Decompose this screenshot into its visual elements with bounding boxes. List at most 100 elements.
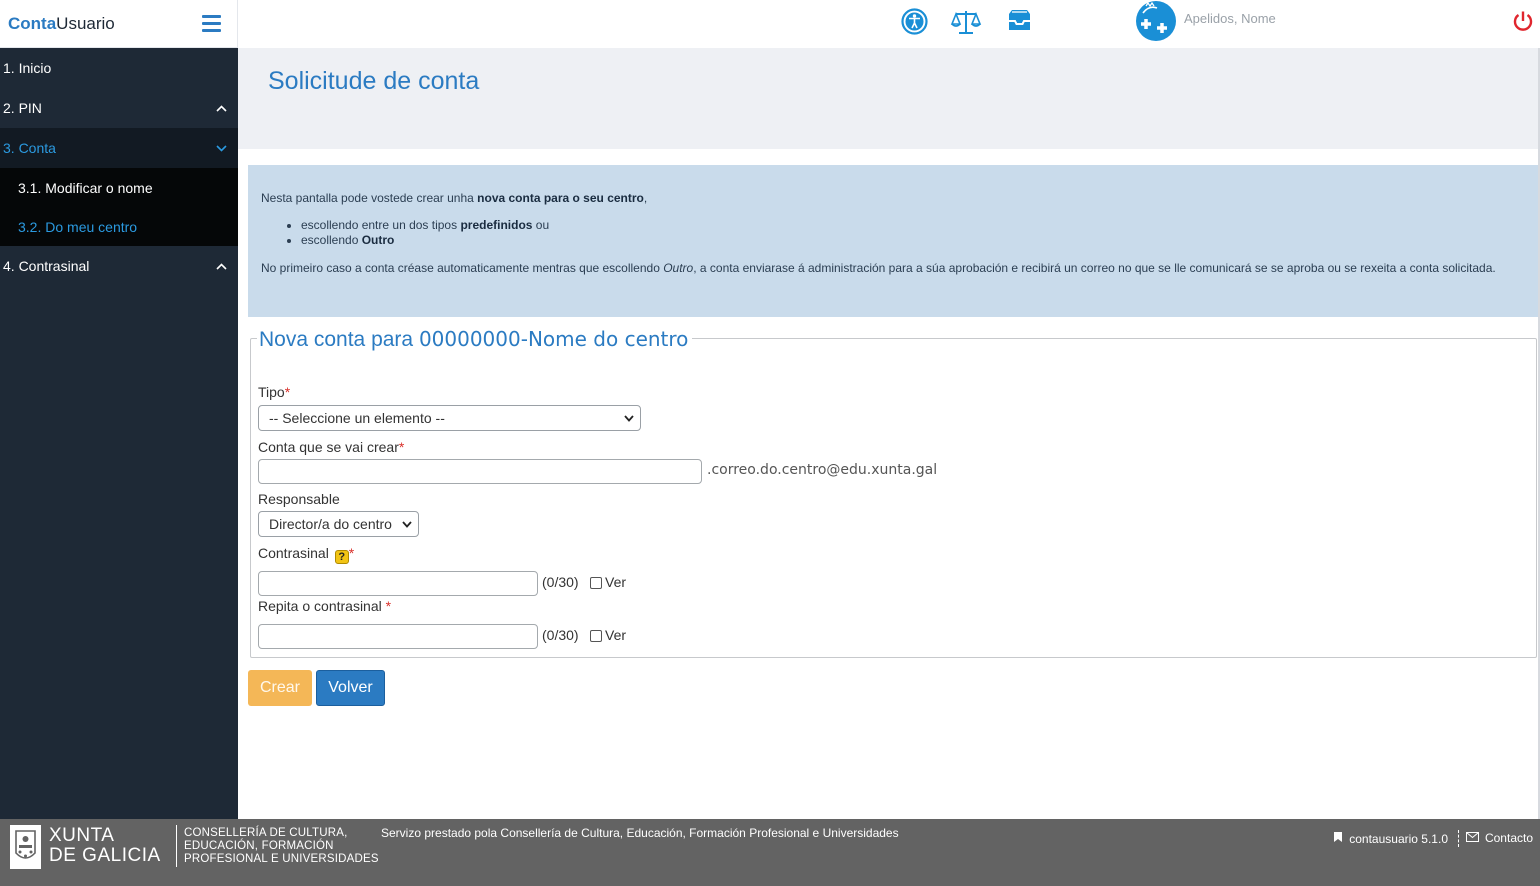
logo-line: XUNTA [49,825,115,846]
legend-text: Nova conta para [259,328,419,351]
info-bold: nova conta para o seu centro [477,191,644,205]
responsable-label: Responsable [258,491,340,507]
app-logo[interactable]: ContaUsuario [8,14,115,34]
logo-divider [176,825,177,867]
fieldset-legend: Nova conta para 00000000-Nome do centro [257,327,693,352]
label-text: Contrasinal [258,545,329,561]
mail-icon [1465,831,1479,845]
info-list: escollendo entre un dos tipos predefinid… [301,218,1526,248]
sidebar-item-contrasinal[interactable]: 4. Contrasinal [0,246,238,286]
info-text: , a conta enviarase á administración par… [693,261,1496,275]
label-text: Repita o contrasinal [258,598,382,614]
show-repeat-password-label[interactable]: Ver [605,627,626,643]
show-password-label[interactable]: Ver [605,574,626,590]
chevron-down-icon [624,411,634,425]
contact-text: Contacto [1484,831,1533,845]
repita-label: Repita o contrasinal * [258,598,391,614]
contrasinal-label: Contrasinal ? * [258,545,354,564]
crear-button[interactable]: Crear [248,670,312,706]
user-avatar-icon[interactable] [1135,0,1177,47]
chevron-down-icon [214,141,228,155]
info-text: escollendo entre un dos tipos [301,218,461,232]
chevron-up-icon [214,259,228,273]
legend-center-name: 00000000-Nome do centro [418,327,689,351]
sidebar-item-label: 3. Conta [3,140,56,156]
info-bold: predefinidos [460,218,533,232]
list-item: escollendo entre un dos tipos predefinid… [301,218,1526,233]
conta-label: Conta que se vai crear* [258,439,404,455]
sidebar-subitem-do-meu-centro[interactable]: 3.2. Do meu centro [0,207,238,246]
xunta-logo-text: XUNTA DE GALICIA [49,826,161,866]
user-name[interactable]: Apelidos, Nome [1184,11,1276,26]
service-provider-text: Servizo prestado pola Consellería de Cul… [381,826,899,840]
new-account-fieldset: Nova conta para 00000000-Nome do centro … [250,327,1537,658]
sidebar-item-label: 3.1. Modificar o nome [18,179,153,196]
logo-line: DE GALICIA [49,845,161,866]
page-title: Solicitude de conta [268,67,480,95]
repita-input[interactable] [258,624,538,649]
power-icon[interactable] [1512,10,1534,37]
help-icon[interactable]: ? [334,550,349,564]
contrasinal-counter: (0/30) [542,574,579,590]
info-text: No primeiro caso a conta créase automati… [261,261,664,275]
info-intro: Nesta pantalla pode vostede crear unha n… [261,191,1526,206]
scales-icon[interactable] [950,9,982,40]
menu-toggle-icon[interactable] [202,15,221,32]
contrasinal-input[interactable] [258,571,538,596]
brand-part2: Usuario [56,13,115,33]
label-text: Tipo [258,384,285,400]
select-value: -- Seleccione un elemento -- [269,410,445,426]
required-mark: * [385,598,392,614]
repita-counter: (0/30) [542,627,579,643]
sidebar-item-inicio[interactable]: 1. Inicio [0,48,238,88]
required-mark: * [398,439,405,455]
info-text: Nesta pantalla pode vostede crear unha [261,191,478,205]
volver-button[interactable]: Volver [316,670,385,706]
accessibility-icon[interactable] [901,8,928,40]
info-text: escollendo [301,233,362,247]
required-mark: * [284,384,291,400]
footer: XUNTA DE GALICIA CONSELLERÍA DE CULTURA, E… [0,819,1540,886]
label-text: Conta que se vai crear [258,439,399,455]
info-box: Nesta pantalla pode vostede crear unha n… [248,165,1538,317]
version-text: contausuario 5.1.0 [1349,831,1448,846]
tipo-label: Tipo* [258,384,290,400]
logo-line: CONSELLERÍA DE CULTURA, [184,827,348,839]
list-item: escollendo Outro [301,233,1526,248]
sidebar-item-label: 1. Inicio [3,60,52,76]
label-text: Responsable [258,491,340,507]
brand-bar: ContaUsuario [0,0,238,48]
sidebar: ContaUsuario 1. Inicio 2. PIN 3. Conta 3… [0,0,238,819]
sidebar-item-pin[interactable]: 2. PIN [0,88,238,128]
email-domain-suffix: .correo.do.centro@edu.xunta.gal [707,462,938,478]
info-text: ou [532,218,550,232]
responsable-select[interactable]: Director/a do centro [258,511,419,537]
show-password-checkbox[interactable] [590,577,602,589]
show-repeat-password-checkbox[interactable] [590,630,602,642]
info-italic: Outro [663,261,694,275]
xunta-crest-icon [10,825,41,874]
footer-divider [1458,830,1459,847]
logo-line: PROFESIONAL E UNIVERSIDADES [184,853,379,865]
inbox-icon[interactable] [1006,8,1033,39]
bookmark-icon [1333,831,1343,846]
info-bold: Outro [361,233,395,247]
info-text: , [643,191,648,205]
title-band: Solicitude de conta [238,48,1538,149]
sidebar-item-label: 2. PIN [3,100,42,116]
conta-input[interactable] [258,459,702,484]
sidebar-subitem-modificar-nome[interactable]: 3.1. Modificar o nome [0,168,238,207]
sidebar-item-label: 4. Contrasinal [3,258,90,274]
info-note: No primeiro caso a conta créase automati… [261,261,1496,276]
top-header: Apelidos, Nome [238,0,1540,48]
chevron-up-icon [214,101,228,115]
tipo-select[interactable]: -- Seleccione un elemento -- [258,405,641,431]
contact-link[interactable]: Contacto [1465,831,1533,845]
sidebar-submenu-conta: 3.1. Modificar o nome 3.2. Do meu centro [0,168,238,246]
sidebar-item-label: 3.2. Do meu centro [18,218,138,235]
sidebar-item-conta[interactable]: 3. Conta [0,128,238,168]
brand-part1: Conta [8,13,57,33]
required-mark: * [348,545,355,561]
version-info: contausuario 5.1.0 [1333,831,1448,846]
select-value: Director/a do centro [269,516,392,532]
